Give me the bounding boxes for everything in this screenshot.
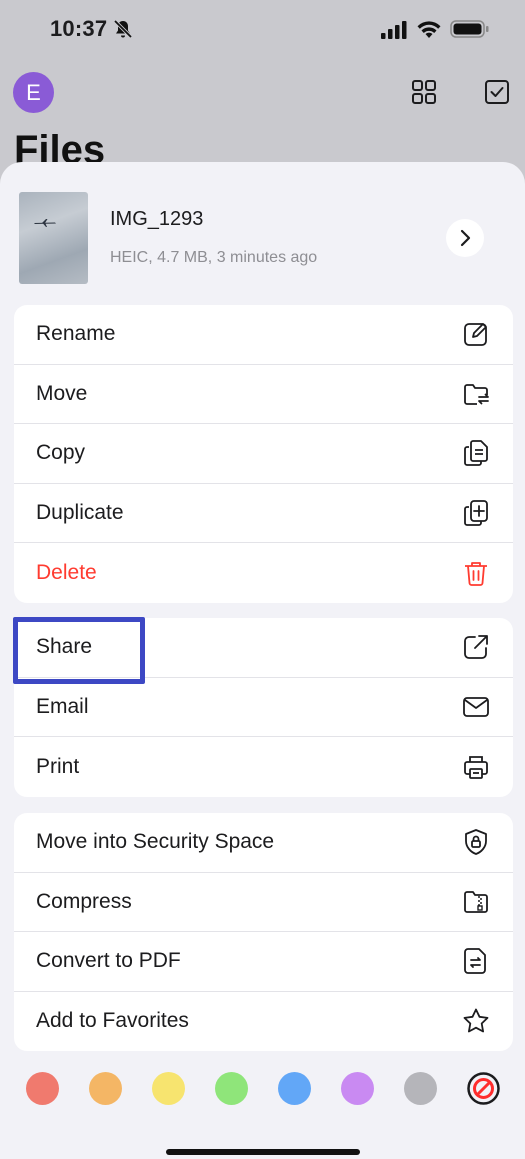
row-label: Copy <box>36 441 86 465</box>
tag-color-green[interactable] <box>215 1072 248 1105</box>
add-favorites-button[interactable]: Add to Favorites <box>14 992 513 1052</box>
file-thumbnail <box>19 192 88 284</box>
tag-color-gray[interactable] <box>404 1072 437 1105</box>
airplane-image-icon <box>34 219 56 227</box>
move-button[interactable]: Move <box>14 365 513 424</box>
printer-icon <box>461 752 491 782</box>
row-label: Add to Favorites <box>36 1009 189 1033</box>
row-label: Email <box>36 694 89 718</box>
rename-icon <box>461 319 491 349</box>
file-details-button[interactable] <box>446 219 484 257</box>
select-checkbox-icon[interactable] <box>483 78 511 106</box>
bell-muted-icon <box>113 19 133 39</box>
row-label: Rename <box>36 322 116 346</box>
row-label: Print <box>36 754 80 778</box>
star-icon <box>461 1006 491 1036</box>
delete-button[interactable]: Delete <box>14 543 513 603</box>
row-label: Share <box>36 635 93 659</box>
row-label: Duplicate <box>36 500 124 524</box>
tag-color-orange[interactable] <box>89 1072 122 1105</box>
wifi-icon <box>417 21 441 38</box>
row-label: Move <box>36 381 88 405</box>
compress-button[interactable]: Compress <box>14 873 513 932</box>
trash-icon <box>461 558 491 588</box>
row-label: Convert to PDF <box>36 949 181 973</box>
share-icon <box>461 632 491 662</box>
no-color-button[interactable] <box>467 1072 500 1105</box>
status-bar: 10:37 <box>0 0 525 60</box>
copy-button[interactable]: Copy <box>14 424 513 484</box>
rename-button[interactable]: Rename <box>14 305 513 365</box>
row-label: Delete <box>36 560 97 584</box>
email-button[interactable]: Email <box>14 678 513 737</box>
home-indicator <box>166 1149 360 1155</box>
cellular-signal-icon <box>381 21 407 39</box>
chevron-right-icon <box>460 229 471 247</box>
tag-color-blue[interactable] <box>278 1072 311 1105</box>
file-name: IMG_1293 <box>110 208 204 230</box>
print-button[interactable]: Print <box>14 737 513 797</box>
grid-view-icon[interactable] <box>410 78 438 106</box>
lock-shield-icon <box>461 827 491 857</box>
tag-color-purple[interactable] <box>341 1072 374 1105</box>
security-space-button[interactable]: Move into Security Space <box>14 813 513 873</box>
battery-icon <box>450 20 489 38</box>
no-tag-icon <box>467 1072 500 1105</box>
share-button[interactable]: Share <box>14 618 513 678</box>
row-label: Move into Security Space <box>36 830 275 854</box>
action-group-share: Share Email Print <box>14 618 513 797</box>
mail-icon <box>461 692 491 722</box>
file-info-header: IMG_1293 HEIC, 4.7 MB, 3 minutes ago <box>0 162 525 297</box>
avatar[interactable]: E <box>13 72 54 113</box>
tag-color-picker <box>0 1067 525 1111</box>
tag-color-yellow[interactable] <box>152 1072 185 1105</box>
row-label: Compress <box>36 889 132 913</box>
copy-icon <box>461 438 491 468</box>
action-group-more: Move into Security Space Compress Conver… <box>14 813 513 1051</box>
action-group-file-ops: Rename Move Copy Duplicate Delete <box>14 305 513 603</box>
status-time: 10:37 <box>50 16 108 41</box>
duplicate-button[interactable]: Duplicate <box>14 484 513 543</box>
convert-pdf-button[interactable]: Convert to PDF <box>14 932 513 992</box>
tag-color-red[interactable] <box>26 1072 59 1105</box>
zip-folder-icon <box>461 887 491 917</box>
move-folder-icon <box>461 379 491 409</box>
file-meta: HEIC, 4.7 MB, 3 minutes ago <box>110 249 318 266</box>
duplicate-icon <box>461 498 491 528</box>
convert-pdf-icon <box>461 946 491 976</box>
